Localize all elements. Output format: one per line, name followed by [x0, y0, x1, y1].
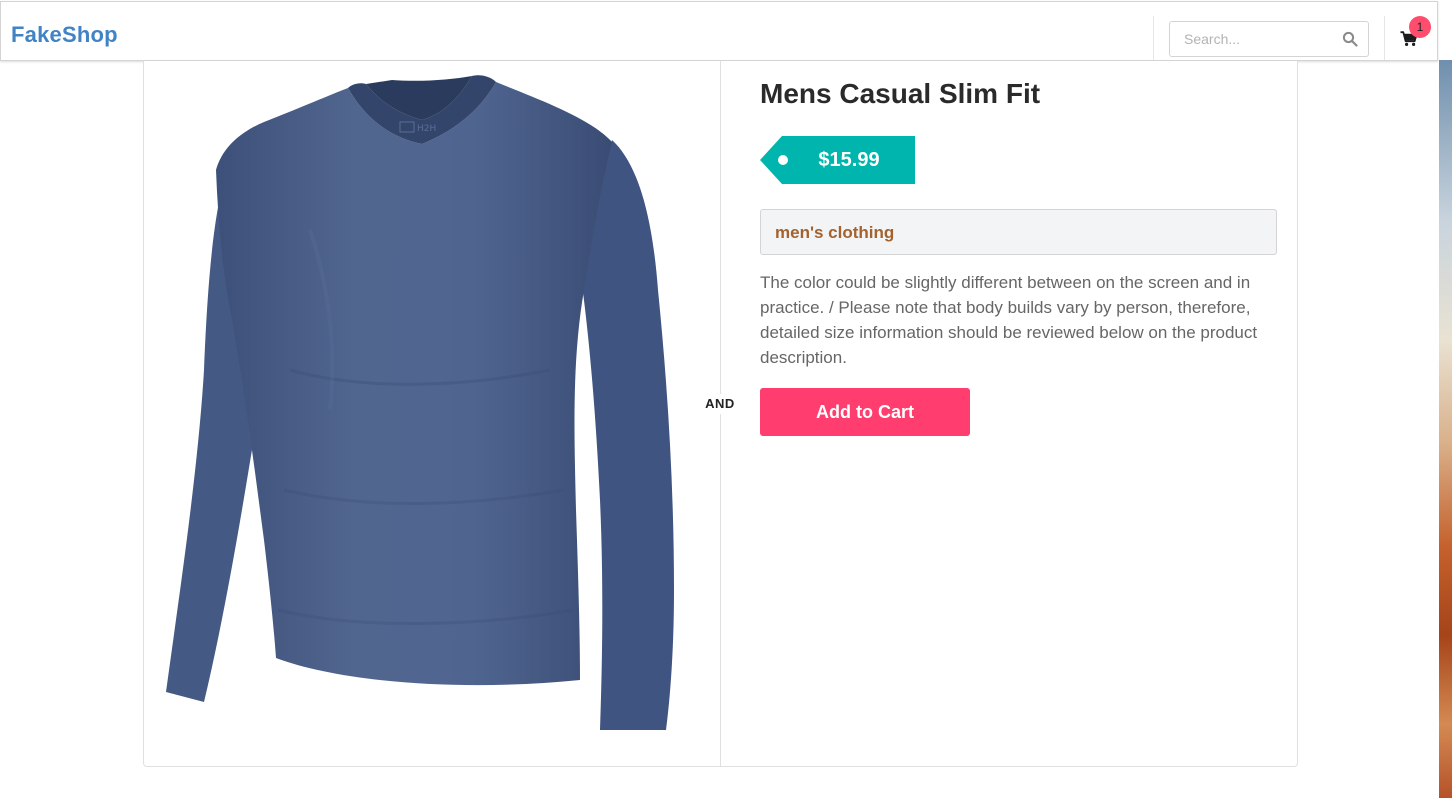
product-price: $15.99 — [818, 149, 880, 171]
brand-logo[interactable]: FakeShop — [11, 22, 118, 48]
add-to-cart-button[interactable]: Add to Cart — [760, 388, 970, 436]
nav-divider — [1384, 16, 1385, 60]
svg-text:H2H: H2H — [417, 124, 436, 134]
search-icon[interactable] — [1342, 31, 1358, 47]
category-text: men's clothing — [775, 223, 895, 242]
search-input[interactable] — [1170, 22, 1344, 56]
column-divider-label: AND — [700, 394, 740, 414]
price-tag: $15.99 — [760, 136, 915, 184]
product-image: H2H — [166, 75, 674, 730]
category-label: men's clothing — [760, 209, 1277, 255]
product-description: The color could be slightly different be… — [760, 273, 1258, 367]
cart-count-badge[interactable]: 1 — [1409, 16, 1431, 38]
desktop-background — [1439, 60, 1452, 798]
search-bar[interactable] — [1169, 21, 1369, 57]
nav-divider — [1153, 16, 1154, 60]
product-title: Mens Casual Slim Fit — [760, 78, 1041, 109]
